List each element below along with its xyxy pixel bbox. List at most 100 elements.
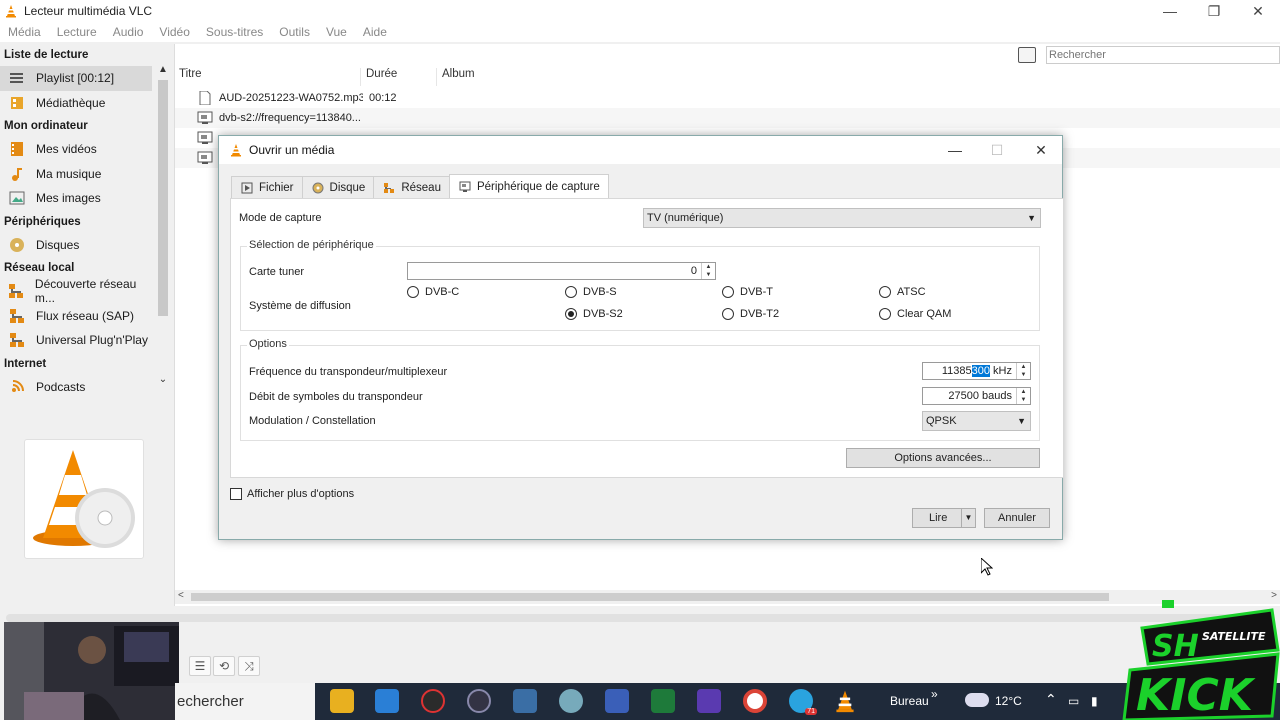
menu-bar: Média Lecture Audio Vidéo Sous-titres Ou… (0, 22, 1280, 42)
modulation-select[interactable]: QPSK ▼ (922, 411, 1031, 431)
frequency-unit: kHz (993, 365, 1012, 377)
tab-capture-device[interactable]: Périphérique de capture (448, 174, 609, 198)
seek-bar[interactable] (6, 614, 1272, 622)
frequency-spinbox[interactable]: 11385300 kHz ▲ ▼ (922, 362, 1031, 380)
sidebar-item-videos[interactable]: Mes vidéos (0, 137, 152, 162)
scroll-down-icon[interactable]: ⌄ (156, 374, 170, 385)
symbol-rate-spinbox[interactable]: 27500 bauds ▲ ▼ (922, 387, 1031, 405)
play-button[interactable]: Lire ▼ (912, 508, 976, 528)
sidebar-item-library[interactable]: Médiathèque (0, 91, 152, 116)
playlist-search-input[interactable] (1046, 46, 1280, 64)
sidebar-item-playlist[interactable]: Playlist [00:12] (0, 66, 152, 91)
menu-playback[interactable]: Lecture (49, 25, 105, 39)
play-button-label: Lire (929, 512, 948, 524)
playlist-view-icon[interactable] (1018, 47, 1036, 63)
menu-view[interactable]: Vue (318, 25, 355, 39)
playback-controls: ◉ ● ⏮ ⛶ ☰ ⟲ ⤨ (0, 606, 1280, 684)
tab-network[interactable]: Réseau (373, 176, 450, 198)
advanced-options-button[interactable]: Options avancées... (846, 448, 1040, 468)
camera-app-icon[interactable] (467, 689, 491, 713)
telegram-icon[interactable]: 71 (789, 689, 817, 715)
column-title[interactable]: Titre (175, 68, 361, 86)
disc-icon (8, 237, 26, 253)
sidebar-item-label: Playlist [00:12] (36, 71, 115, 86)
more-options-checkbox[interactable] (230, 488, 242, 500)
laptop-app-icon[interactable] (513, 689, 537, 713)
satellite-app-icon[interactable] (559, 689, 583, 713)
radio-dvb-c[interactable]: DVB-C (407, 286, 459, 298)
desktop-label[interactable]: Bureau (890, 694, 929, 708)
frequency-label: Fréquence du transpondeur/multiplexeur (249, 366, 448, 378)
sidebar-item-sap[interactable]: Flux réseau (SAP) (0, 304, 152, 329)
spin-arrows-icon[interactable]: ▲ ▼ (1016, 363, 1030, 379)
file-icon (240, 182, 254, 194)
sidebar-item-discs[interactable]: Disques (0, 233, 152, 258)
close-button[interactable]: ✕ (1236, 0, 1280, 22)
capture-panel: Mode de capture TV (numérique) ▼ Sélecti… (230, 198, 1064, 478)
maximize-button[interactable]: ❐ (1192, 0, 1236, 22)
column-album[interactable]: Album (437, 68, 475, 86)
radio-dvb-s2[interactable]: DVB-S2 (565, 308, 623, 320)
weather-temperature[interactable]: 12°C (995, 694, 1022, 708)
sidebar-item-music[interactable]: Ma musique (0, 162, 152, 187)
horizontal-scroll-thumb[interactable] (191, 593, 1109, 601)
menu-media[interactable]: Média (0, 25, 49, 39)
tab-disc[interactable]: Disque (301, 176, 375, 198)
chevron-down-icon[interactable]: ▼ (961, 509, 975, 527)
sidebar-item-podcasts[interactable]: Podcasts (0, 375, 152, 400)
radio-clear-qam[interactable]: Clear QAM (879, 308, 951, 320)
menu-video[interactable]: Vidéo (151, 25, 197, 39)
spin-arrows-icon[interactable]: ▲ ▼ (701, 263, 715, 279)
menu-audio[interactable]: Audio (105, 25, 152, 39)
vlc-cone-icon (33, 450, 135, 548)
chrome-icon[interactable] (743, 689, 767, 713)
more-options-checkbox-row[interactable]: Afficher plus d'options (230, 488, 354, 500)
radio-dvb-t[interactable]: DVB-T (722, 286, 773, 298)
playlist-toggle-icon[interactable]: ☰ (189, 656, 211, 676)
sidebar-item-upnp[interactable]: Universal Plug'n'Play (0, 328, 152, 353)
sidebar-scrollbar[interactable]: ▲ ⌄ (156, 64, 170, 394)
chevron-up-icon[interactable]: ⌃ (1045, 691, 1057, 708)
table-row[interactable]: AUD-20251223-WA0752.mp3 00:12 (175, 88, 1280, 108)
scroll-left-icon[interactable]: < (178, 590, 184, 601)
sidebar-scroll-thumb[interactable] (158, 80, 168, 316)
loop-icon[interactable]: ⟲ (213, 656, 235, 676)
taskbar-search[interactable]: echercher (175, 683, 315, 720)
phone-link-icon[interactable] (651, 689, 675, 713)
chevron-right-icon[interactable]: » (931, 687, 938, 701)
scroll-up-icon[interactable]: ▲ (156, 64, 170, 75)
dialog-close-button[interactable]: ✕ (1019, 136, 1063, 164)
more-options-label: Afficher plus d'options (247, 488, 355, 500)
radio-atsc[interactable]: ATSC (879, 286, 926, 298)
menu-help[interactable]: Aide (355, 25, 395, 39)
column-duration[interactable]: Durée (361, 68, 437, 86)
app-gauge-icon[interactable] (421, 689, 445, 713)
tab-file[interactable]: Fichier (231, 176, 303, 198)
capture-mode-select[interactable]: TV (numérique) ▼ (643, 208, 1041, 228)
minimize-button[interactable]: — (1148, 0, 1192, 22)
dialog-maximize-button[interactable]: ☐ (975, 136, 1019, 164)
radio-dvb-t2[interactable]: DVB-T2 (722, 308, 779, 320)
table-row[interactable]: dvb-s2://frequency=113840... (175, 108, 1280, 128)
dialog-minimize-button[interactable]: — (933, 136, 977, 164)
microphone-icon[interactable]: ▮ (1091, 694, 1098, 708)
sidebar-item-network-discovery[interactable]: Découverte réseau m... (0, 277, 152, 305)
sidebar-item-images[interactable]: Mes images (0, 186, 152, 211)
tuner-spinbox[interactable]: 0 ▲ ▼ (407, 262, 716, 280)
radio-dvb-s[interactable]: DVB-S (565, 286, 617, 298)
menu-subtitles[interactable]: Sous-titres (198, 25, 271, 39)
cancel-button[interactable]: Annuler (984, 508, 1050, 528)
spin-arrows-icon[interactable]: ▲ ▼ (1016, 388, 1030, 404)
network-tray-icon[interactable]: ▭ (1068, 694, 1079, 708)
calculator-icon[interactable] (605, 689, 629, 713)
file-explorer-icon[interactable] (330, 689, 354, 713)
store-icon[interactable] (375, 689, 399, 713)
vlc-taskbar-icon[interactable] (833, 689, 857, 713)
radio-label: DVB-T2 (740, 308, 780, 320)
horizontal-scrollbar[interactable]: < > (175, 590, 1280, 604)
shuffle-icon[interactable]: ⤨ (238, 656, 260, 676)
star-app-icon[interactable] (697, 689, 721, 713)
radio-label: DVB-T (740, 286, 773, 298)
dialog-title: Ouvrir un média (249, 143, 335, 157)
menu-tools[interactable]: Outils (271, 25, 318, 39)
